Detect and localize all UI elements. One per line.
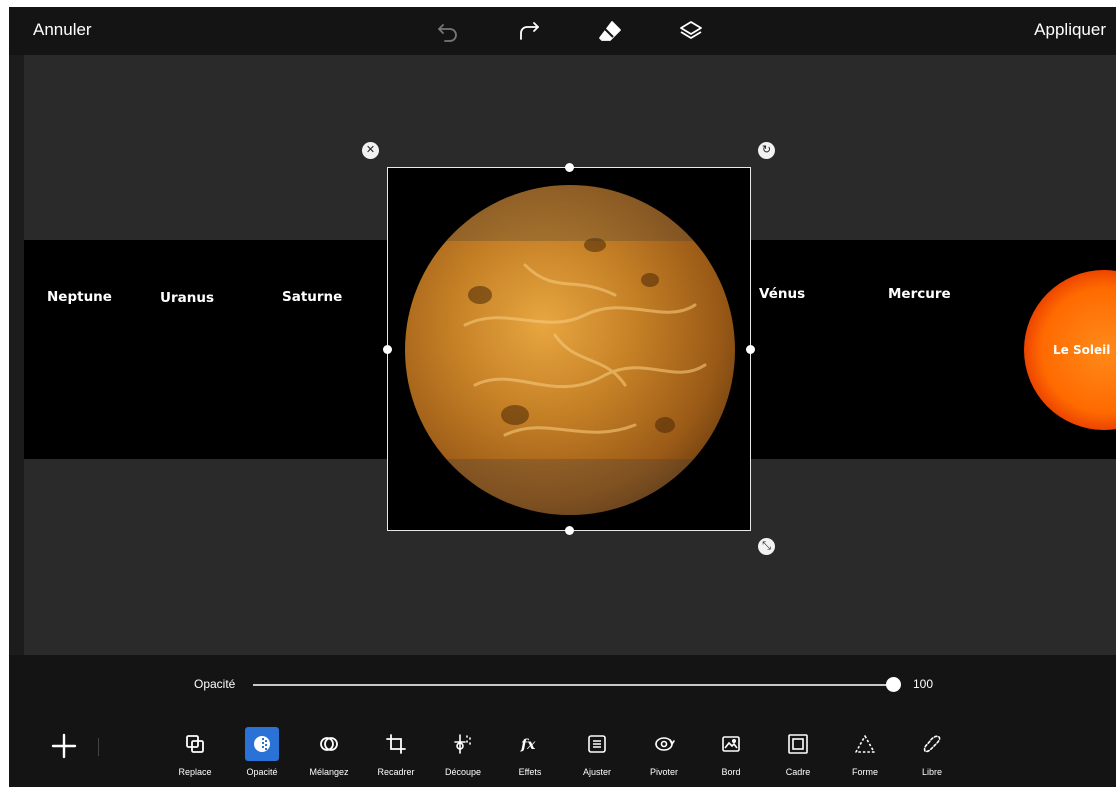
tool-shape[interactable]: Forme (836, 727, 894, 783)
overlay-top (405, 185, 735, 241)
tool-opacity[interactable]: Opacité (233, 727, 291, 783)
tool-label: Pivoter (649, 767, 678, 777)
resize-handle-right[interactable] (746, 345, 755, 354)
plus-icon (51, 733, 77, 759)
cancel-button[interactable]: Annuler (33, 20, 92, 40)
blend-icon (312, 727, 346, 761)
svg-text:fx: fx (520, 737, 536, 753)
bottom-toolbar: Replace Opacité Mélangez Recadrer Découp (9, 713, 1116, 787)
freeform-icon (915, 727, 949, 761)
resize-handle-top[interactable] (565, 163, 574, 172)
rotate-icon: ↻ (761, 144, 772, 156)
tool-label: Libre (921, 767, 942, 777)
tool-freeform[interactable]: Libre (903, 727, 961, 783)
tool-frame[interactable]: Cadre (769, 727, 827, 783)
cutout-icon (446, 727, 480, 761)
opacity-slider-track[interactable] (253, 684, 893, 686)
tool-adjust[interactable]: Ajuster (568, 727, 626, 783)
tool-crop[interactable]: Recadrer (367, 727, 425, 783)
close-icon: ✕ (365, 144, 376, 156)
tool-label: Bord (721, 767, 741, 777)
overlay-bottom (405, 459, 735, 515)
tool-border[interactable]: Bord (702, 727, 760, 783)
opacity-slider-thumb[interactable] (885, 677, 901, 692)
tool-cutout[interactable]: Découpe (434, 727, 492, 783)
planet-label-uranus: Uranus (160, 290, 214, 306)
planet-label-mercure: Mercure (888, 286, 951, 302)
rotate-icon (647, 727, 681, 761)
frame-icon (781, 727, 815, 761)
tool-rotate[interactable]: Pivoter (635, 727, 693, 783)
layers-icon[interactable] (677, 17, 705, 45)
crop-icon (379, 727, 413, 761)
replace-icon (178, 727, 212, 761)
planet-label-venus: Vénus (759, 286, 806, 302)
tool-label: Opacité (246, 767, 278, 777)
tool-label: Forme (851, 767, 878, 777)
resize-handle-left[interactable] (383, 345, 392, 354)
toolbar-divider (98, 738, 99, 756)
tool-label: Effets (518, 767, 542, 777)
redo-icon[interactable] (515, 17, 543, 45)
apply-button[interactable]: Appliquer (1034, 20, 1106, 40)
top-bar: Annuler Appliquer (9, 7, 1116, 55)
tool-label: Recadrer (377, 767, 415, 777)
tool-replace[interactable]: Replace (166, 727, 224, 783)
tool-label: Replace (178, 767, 212, 777)
venus-image (405, 185, 735, 515)
add-layer-button[interactable] (51, 733, 77, 759)
editing-canvas[interactable]: Neptune Uranus Saturne Vénus Mercure Le … (9, 55, 1116, 655)
tool-label: Ajuster (582, 767, 611, 777)
tool-label: Mélangez (309, 767, 349, 777)
adjust-icon (580, 727, 614, 761)
planet-label-neptune: Neptune (47, 289, 112, 305)
undo-icon[interactable] (434, 17, 462, 45)
opacity-value: 100 (913, 677, 934, 691)
resize-handle-bottom[interactable] (565, 526, 574, 535)
shape-icon (848, 727, 882, 761)
fx-icon: fx (513, 727, 547, 761)
tool-label: Découpe (444, 767, 482, 777)
scale-layer-button[interactable]: ⤡ (758, 538, 775, 555)
tool-blend[interactable]: Mélangez (300, 727, 358, 783)
rotate-layer-button[interactable]: ↻ (758, 142, 775, 159)
photo-editor: Annuler Appliquer Neptune Uranus Saturne… (9, 7, 1116, 787)
planet-label-saturne: Saturne (282, 289, 343, 305)
tool-label: Cadre (785, 767, 811, 777)
eraser-icon[interactable] (596, 17, 624, 45)
tool-effects[interactable]: fx Effets (501, 727, 559, 783)
selected-layer[interactable]: ✕ ↻ ⤡ (362, 142, 775, 555)
opacity-icon (245, 727, 279, 761)
sun-label: Le Soleil (1053, 343, 1111, 357)
opacity-slider-row: Opacité 100 (9, 655, 1116, 713)
border-icon (714, 727, 748, 761)
resize-icon: ⤡ (762, 540, 771, 552)
opacity-label: Opacité (194, 677, 236, 691)
delete-layer-button[interactable]: ✕ (362, 142, 379, 159)
